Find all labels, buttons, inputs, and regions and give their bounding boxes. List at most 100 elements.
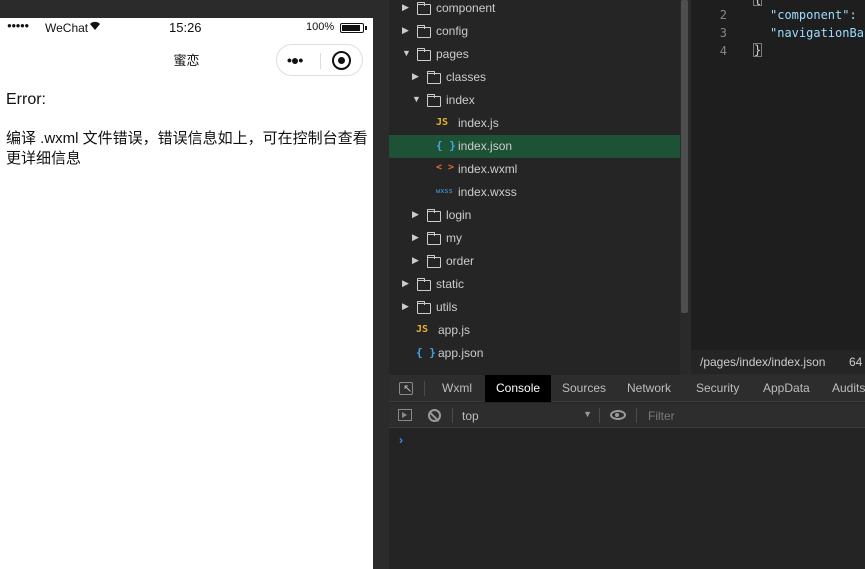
folder-open-icon <box>417 48 431 61</box>
tree-item-index-json[interactable]: { } index.json <box>389 135 681 158</box>
tree-item-label: app.json <box>438 346 484 360</box>
tree-item-label: index.json <box>458 139 513 153</box>
tree-item-label: order <box>446 254 475 268</box>
status-bar: ●●●●● WeChat 15:26 100% <box>0 18 373 38</box>
show-sidebar-icon[interactable] <box>398 409 412 421</box>
capsule-menu: •●• <box>276 44 363 76</box>
context-value: top <box>462 409 479 423</box>
close-brace: } <box>753 43 763 57</box>
capsule-divider <box>320 53 321 69</box>
wxss-file-icon: wxss <box>436 187 453 195</box>
tree-item-order[interactable]: ▶ order <box>389 250 681 273</box>
chevron-right-icon[interactable]: ▶ <box>412 255 419 266</box>
signal-icon: ●●●●● <box>7 21 29 30</box>
chevron-right-icon[interactable]: ▶ <box>402 2 409 13</box>
tab-audits[interactable]: Audits <box>821 375 865 402</box>
filter-input[interactable] <box>642 406 865 426</box>
tree-item-index[interactable]: ▼ index <box>389 89 681 112</box>
tab-security[interactable]: Security <box>685 375 750 402</box>
tree-item-label: classes <box>446 70 487 84</box>
folder-icon <box>427 232 441 245</box>
inspect-element-icon[interactable] <box>399 382 413 395</box>
chevron-down-icon[interactable]: ▼ <box>402 48 411 58</box>
folder-icon <box>417 25 431 38</box>
tree-item-utils[interactable]: ▶ utils <box>389 296 681 319</box>
context-select[interactable]: top ▼ <box>462 408 592 424</box>
tree-item-pages[interactable]: ▼ pages <box>389 43 681 66</box>
devtools-panel: Wxml Console Sources Network Security Ap… <box>389 375 865 569</box>
tree-item-config[interactable]: ▶ config <box>389 20 681 43</box>
chevron-right-icon[interactable]: ▶ <box>412 232 419 243</box>
devtools-tabbar: Wxml Console Sources Network Security Ap… <box>389 375 865 402</box>
tree-item-login[interactable]: ▶ login <box>389 204 681 227</box>
tab-wxml[interactable]: Wxml <box>431 375 483 402</box>
console-toolbar: top ▼ <box>389 403 865 428</box>
folder-icon <box>417 2 431 15</box>
wifi-icon <box>89 21 101 34</box>
folder-icon <box>427 71 441 84</box>
tree-item-label: app.js <box>438 323 471 337</box>
console-prompt[interactable]: › <box>399 433 403 447</box>
folder-icon <box>417 301 431 314</box>
more-icon[interactable]: •●• <box>287 52 303 68</box>
file-tree-scrollbar[interactable] <box>681 0 688 313</box>
battery-percent: 100% <box>306 21 335 33</box>
tree-item-classes[interactable]: ▶ classes <box>389 66 681 89</box>
tree-item-label: my <box>446 231 462 245</box>
folder-open-icon <box>427 94 441 107</box>
code-editor[interactable]: { 2 "component": 3 "navigationBa 4 } <box>691 0 865 350</box>
tree-item-label: component <box>436 1 496 15</box>
tab-appdata[interactable]: AppData <box>752 375 821 402</box>
tree-item-label: index.js <box>458 116 499 130</box>
tree-item-component[interactable]: ▶ component <box>389 0 681 20</box>
divider <box>599 408 600 423</box>
folder-icon <box>417 278 431 291</box>
chevron-right-icon[interactable]: ▶ <box>412 209 419 220</box>
chevron-right-icon[interactable]: ▶ <box>402 25 409 36</box>
file-tree: ▶ component ▶ config ▼ pages ▶ classes ▼ index JS i… <box>389 0 681 375</box>
tree-item-label: config <box>436 24 469 38</box>
chevron-right-icon[interactable]: ▶ <box>412 71 419 82</box>
line-number: 2 <box>719 8 727 22</box>
tree-item-label: static <box>436 277 465 291</box>
file-path: /pages/index/index.json <box>700 355 826 369</box>
json-file-icon: { } <box>436 139 456 152</box>
tree-item-label: pages <box>436 47 469 61</box>
close-mini-program-icon[interactable] <box>332 51 351 70</box>
line-number: 4 <box>719 44 727 58</box>
phone-screen: ●●●●● WeChat 15:26 100% 蜜恋 •●• Error: 编译… <box>0 18 373 569</box>
status-number: 64 <box>849 355 863 369</box>
chevron-down-icon[interactable]: ▼ <box>412 94 421 104</box>
tab-sources[interactable]: Sources <box>551 375 617 402</box>
code-line: "navigationBa <box>770 26 864 40</box>
divider <box>452 408 453 423</box>
divider <box>424 381 425 396</box>
tree-item-label: utils <box>436 300 458 314</box>
chevron-right-icon[interactable]: ▶ <box>402 278 409 289</box>
simulator-panel: ●●●●● WeChat 15:26 100% 蜜恋 •●• Error: 编译… <box>0 0 387 569</box>
chevron-down-icon: ▼ <box>583 409 592 419</box>
line-number: 3 <box>719 26 727 40</box>
tree-item-app-json[interactable]: { } app.json <box>389 342 681 365</box>
tree-item-index-wxml[interactable]: < > index.wxml <box>389 158 681 181</box>
code-line: "component": <box>770 8 857 22</box>
tab-console[interactable]: Console <box>485 375 552 402</box>
battery-icon <box>340 23 367 33</box>
js-file-icon: JS <box>436 117 449 128</box>
chevron-right-icon[interactable]: ▶ <box>402 301 409 312</box>
tree-item-static[interactable]: ▶ static <box>389 273 681 296</box>
tree-item-index-js[interactable]: JS index.js <box>389 112 681 135</box>
js-file-icon: JS <box>416 324 429 335</box>
tab-network[interactable]: Network <box>616 375 682 402</box>
carrier-label: WeChat <box>45 21 89 35</box>
tree-item-label: login <box>446 208 472 222</box>
tree-item-my[interactable]: ▶ my <box>389 227 681 250</box>
status-time: 15:26 <box>169 20 202 35</box>
wxml-file-icon: < > <box>436 162 455 173</box>
live-expression-eye-icon[interactable] <box>610 410 626 420</box>
tree-item-index-wxss[interactable]: wxss index.wxss <box>389 181 681 204</box>
devtools-window: ●●●●● WeChat 15:26 100% 蜜恋 •●• Error: 编译… <box>0 0 865 569</box>
clear-console-icon[interactable] <box>428 409 441 422</box>
tree-item-app-js[interactable]: JS app.js <box>389 319 681 342</box>
editor-status-bar: /pages/index/index.json 64 <box>691 350 865 374</box>
